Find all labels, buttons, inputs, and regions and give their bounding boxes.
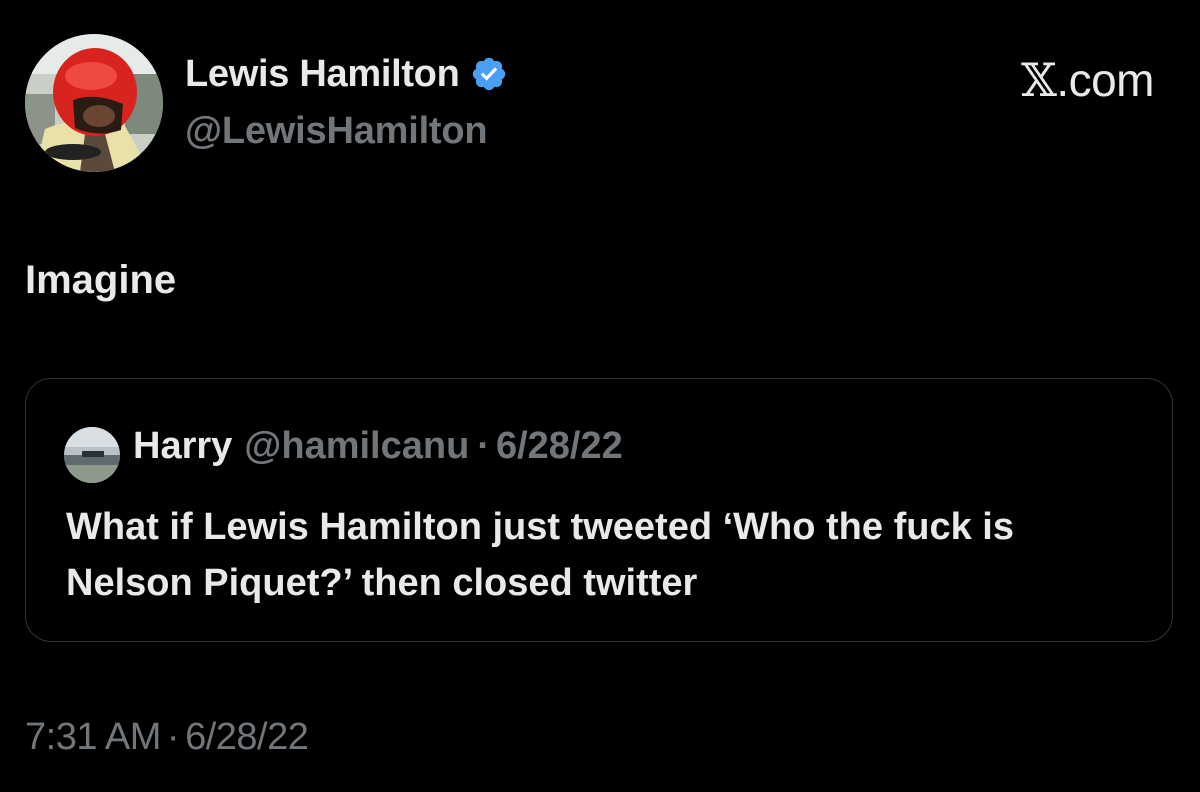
tweet-time: 7:31 AM bbox=[25, 716, 161, 758]
quote-author-name[interactable]: Harry bbox=[133, 425, 232, 468]
quote-avatar-image bbox=[64, 427, 120, 483]
quote-separator: · bbox=[477, 425, 490, 467]
quote-text: What if Lewis Hamilton just tweeted ‘Who… bbox=[66, 506, 1014, 604]
quote-header: Harry @hamilcanu · 6/28/22 bbox=[133, 425, 623, 468]
tweet-card: Lewis Hamilton @LewisHamilton 𝕏.com Imag… bbox=[0, 0, 1200, 792]
tweet-date: 6/28/22 bbox=[185, 716, 309, 758]
quote-date[interactable]: 6/28/22 bbox=[496, 425, 623, 468]
site-label: 𝕏.com bbox=[1021, 53, 1154, 107]
author-name-row: Lewis Hamilton bbox=[185, 51, 508, 97]
quoted-tweet-card[interactable]: Harry @hamilcanu · 6/28/22 What if Lewis… bbox=[25, 378, 1173, 642]
site-label-suffix: .com bbox=[1056, 54, 1154, 106]
timestamp-separator: · bbox=[166, 716, 180, 758]
x-logo-icon: 𝕏 bbox=[1021, 53, 1057, 107]
verified-badge-icon bbox=[470, 55, 508, 93]
quote-avatar bbox=[64, 427, 120, 483]
tweet-timestamp[interactable]: 7:31 AM · 6/28/22 bbox=[25, 716, 309, 759]
author-handle[interactable]: @LewisHamilton bbox=[185, 110, 488, 153]
author-avatar[interactable] bbox=[25, 34, 163, 172]
avatar-image bbox=[25, 34, 163, 172]
quote-author-handle[interactable]: @hamilcanu bbox=[244, 425, 469, 468]
tweet-text: Imagine bbox=[25, 258, 177, 302]
author-name[interactable]: Lewis Hamilton bbox=[185, 53, 460, 96]
